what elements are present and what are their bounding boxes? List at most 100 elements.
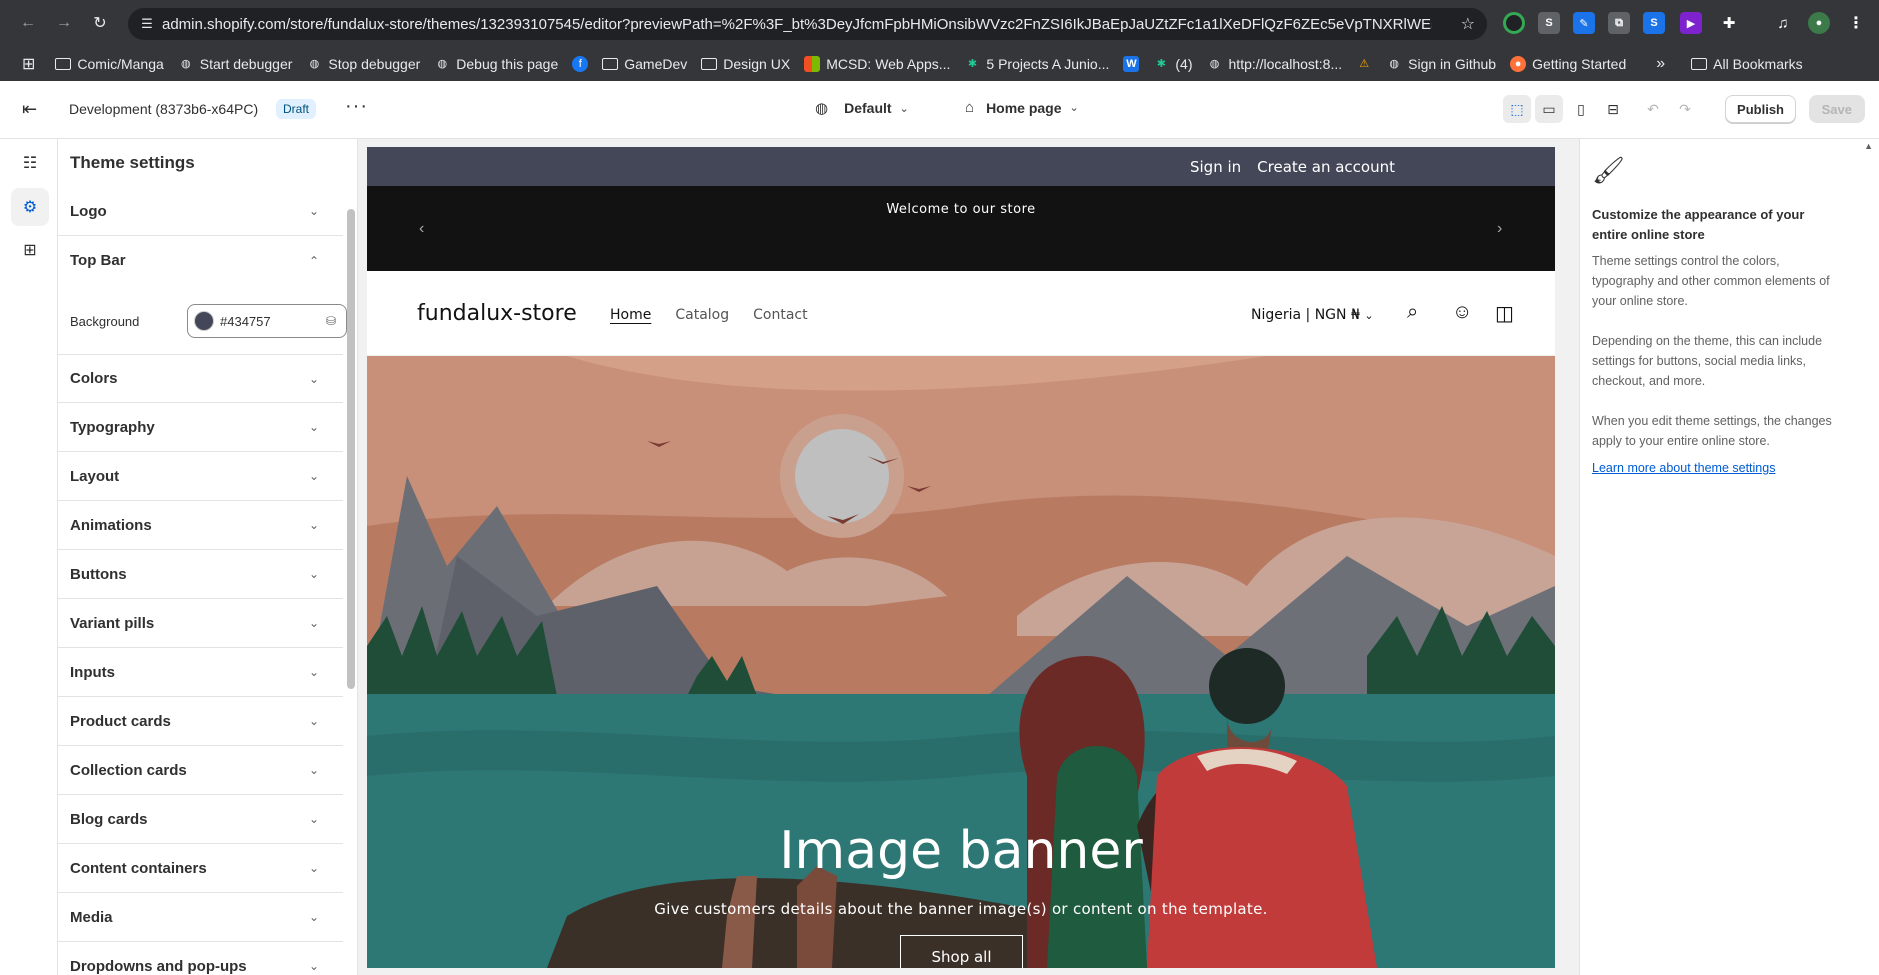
bookmark-item[interactable]: MCSD: Web Apps... — [804, 55, 950, 72]
inspector-icon[interactable]: ⬚ — [1503, 95, 1531, 123]
publish-button[interactable]: Publish — [1725, 95, 1796, 123]
learn-more-link[interactable]: Learn more about theme settings — [1592, 461, 1775, 475]
banner-subtitle: Give customers details about the banner … — [654, 900, 1268, 918]
save-button[interactable]: Save — [1808, 95, 1865, 123]
mobile-view-icon[interactable]: ▯ — [1567, 95, 1595, 123]
bookmark-item[interactable]: ✱ (4) — [1153, 55, 1193, 72]
desktop-view-icon[interactable]: ▭ — [1535, 95, 1563, 123]
bookmark-item[interactable]: ● Getting Started — [1510, 55, 1626, 72]
section-typography[interactable]: Typography ⌄ — [58, 403, 343, 452]
bookmark-warning[interactable]: ⚠ — [1356, 56, 1372, 72]
prev-arrow-icon[interactable]: ‹ — [419, 220, 424, 238]
bookmark-item[interactable]: ◍ Start debugger — [178, 56, 292, 72]
extension-icon-pen[interactable]: ✎ — [1573, 12, 1595, 34]
bookmarks-overflow[interactable]: » — [1656, 55, 1665, 73]
extension-icon-s[interactable]: S — [1538, 12, 1560, 34]
section-label: Dropdowns and pop-ups — [70, 957, 247, 975]
scroll-up-icon[interactable]: ▲ — [1864, 141, 1873, 151]
section-product-cards[interactable]: Product cards ⌄ — [58, 697, 343, 746]
bookmark-item[interactable]: ◍ Debug this page — [434, 56, 558, 72]
media-control-icon[interactable]: ♫ — [1772, 12, 1794, 34]
section-colors[interactable]: Colors ⌄ — [58, 354, 343, 403]
color-swatch[interactable] — [194, 311, 214, 331]
all-bookmarks[interactable]: All Bookmarks — [1691, 56, 1803, 72]
section-variant-pills[interactable]: Variant pills ⌄ — [58, 599, 343, 648]
address-bar[interactable]: ☰ admin.shopify.com/store/fundalux-store… — [128, 8, 1487, 40]
theme-title: Development (8373b6-x64PC) — [69, 101, 259, 117]
browser-toolbar: ← → ↻ ☰ admin.shopify.com/store/fundalux… — [0, 0, 1879, 46]
section-inputs[interactable]: Inputs ⌄ — [58, 648, 343, 697]
nav-contact[interactable]: Contact — [753, 307, 807, 323]
search-icon[interactable]: ⌕ — [1407, 301, 1418, 324]
section-dropdowns[interactable]: Dropdowns and pop-ups ⌄ — [58, 942, 343, 975]
fullscreen-icon[interactable]: ⊟ — [1599, 95, 1627, 123]
nav-home[interactable]: Home — [610, 307, 651, 323]
section-top-bar[interactable]: Top Bar ⌃ — [58, 236, 343, 285]
extension-icon-color[interactable] — [1503, 12, 1525, 34]
bookmark-w[interactable]: W — [1123, 55, 1140, 72]
next-arrow-icon[interactable]: › — [1497, 220, 1502, 238]
extension-icon-copy[interactable]: ⧉ — [1608, 12, 1630, 34]
bookmark-folder[interactable]: GameDev — [602, 56, 687, 72]
section-layout[interactable]: Layout ⌄ — [58, 452, 343, 501]
bookmark-label: Sign in Github — [1408, 55, 1497, 72]
chrome-menu-icon[interactable]: ⋮ — [1845, 12, 1867, 34]
bookmarks-bar: ⊞ Comic/Manga ◍ Start debugger ◍ Stop debu… — [0, 46, 1879, 81]
cart-icon[interactable]: ◫ — [1495, 301, 1514, 326]
info-paragraph: Depending on the theme, this can include… — [1592, 334, 1823, 388]
bookmark-label: (4) — [1175, 55, 1193, 72]
section-content-containers[interactable]: Content containers ⌄ — [58, 844, 343, 893]
back-icon[interactable]: ← — [14, 9, 42, 37]
extension-icon-s-blue[interactable]: S — [1643, 12, 1665, 34]
apps-icon[interactable]: ⊞ — [11, 231, 49, 269]
account-icon[interactable]: ☺ — [1452, 301, 1472, 324]
locale-selector[interactable]: Nigeria | NGN ₦ ⌄ — [1251, 307, 1374, 323]
section-blog-cards[interactable]: Blog cards ⌄ — [58, 795, 343, 844]
scrollbar-thumb[interactable] — [347, 209, 355, 689]
more-actions-button[interactable]: ··· — [345, 95, 368, 118]
theme-settings-gear-icon[interactable]: ⚙ — [11, 188, 49, 226]
section-logo[interactable]: Logo ⌄ — [58, 187, 343, 236]
section-collection-cards[interactable]: Collection cards ⌄ — [58, 746, 343, 795]
database-icon[interactable]: ⛁ — [326, 314, 336, 328]
template-selector[interactable]: ◍ Default ⌄ — [815, 99, 909, 117]
section-media[interactable]: Media ⌄ — [58, 893, 343, 942]
reload-icon[interactable]: ↻ — [86, 9, 114, 37]
extensions-puzzle-icon[interactable]: ✚ — [1718, 12, 1740, 34]
bookmark-item[interactable]: ✱ 5 Projects A Junio... — [964, 55, 1110, 72]
chevron-down-icon: ⌄ — [308, 616, 319, 630]
exit-icon[interactable]: ⇤ — [22, 99, 37, 120]
nav-catalog[interactable]: Catalog — [675, 307, 729, 323]
profile-avatar[interactable]: ● — [1808, 12, 1830, 34]
shop-all-button[interactable]: Shop all — [900, 935, 1023, 968]
panel-title: Theme settings — [70, 153, 195, 172]
bookmark-item[interactable]: ◍ http://localhost:8... — [1207, 56, 1342, 72]
bookmark-item[interactable]: ◍ Sign in Github — [1386, 56, 1496, 72]
background-color-field[interactable]: #434757 ⛁ — [187, 304, 347, 338]
sign-in-link[interactable]: Sign in — [1190, 158, 1241, 176]
info-heading: Customize the appearance of your entire … — [1592, 207, 1805, 242]
create-account-link[interactable]: Create an account — [1257, 158, 1395, 176]
panel-scrollbar[interactable] — [345, 203, 356, 975]
undo-icon[interactable]: ↶ — [1639, 95, 1667, 123]
section-buttons[interactable]: Buttons ⌄ — [58, 550, 343, 599]
top-bar-background-setting: Background #434757 ⛁ — [70, 304, 347, 338]
bookmark-label: 5 Projects A Junio... — [986, 55, 1110, 72]
page-selector[interactable]: ⌂ Home page ⌄ — [965, 99, 1079, 116]
bookmark-star-icon[interactable]: ☆ — [1461, 14, 1475, 34]
section-animations[interactable]: Animations ⌄ — [58, 501, 343, 550]
store-logo[interactable]: fundalux-store — [417, 301, 577, 326]
bookmark-folder[interactable]: Comic/Manga — [55, 56, 164, 72]
folder-icon — [1691, 57, 1708, 70]
url-text[interactable]: admin.shopify.com/store/fundalux-store/t… — [162, 16, 1432, 33]
site-settings-icon[interactable]: ☰ — [132, 16, 162, 32]
color-hex-value[interactable]: #434757 — [220, 314, 271, 329]
extension-icon-video[interactable]: ▶ — [1680, 12, 1702, 34]
bookmark-folder[interactable]: Design UX — [701, 56, 790, 72]
bookmark-facebook[interactable]: f — [572, 55, 589, 72]
apps-grid-icon[interactable]: ⊞ — [22, 54, 35, 74]
bookmark-item[interactable]: ◍ Stop debugger — [306, 56, 421, 72]
redo-icon[interactable]: ↷ — [1671, 95, 1699, 123]
sections-icon[interactable]: ☷ — [11, 144, 49, 182]
forward-icon[interactable]: → — [50, 9, 78, 37]
